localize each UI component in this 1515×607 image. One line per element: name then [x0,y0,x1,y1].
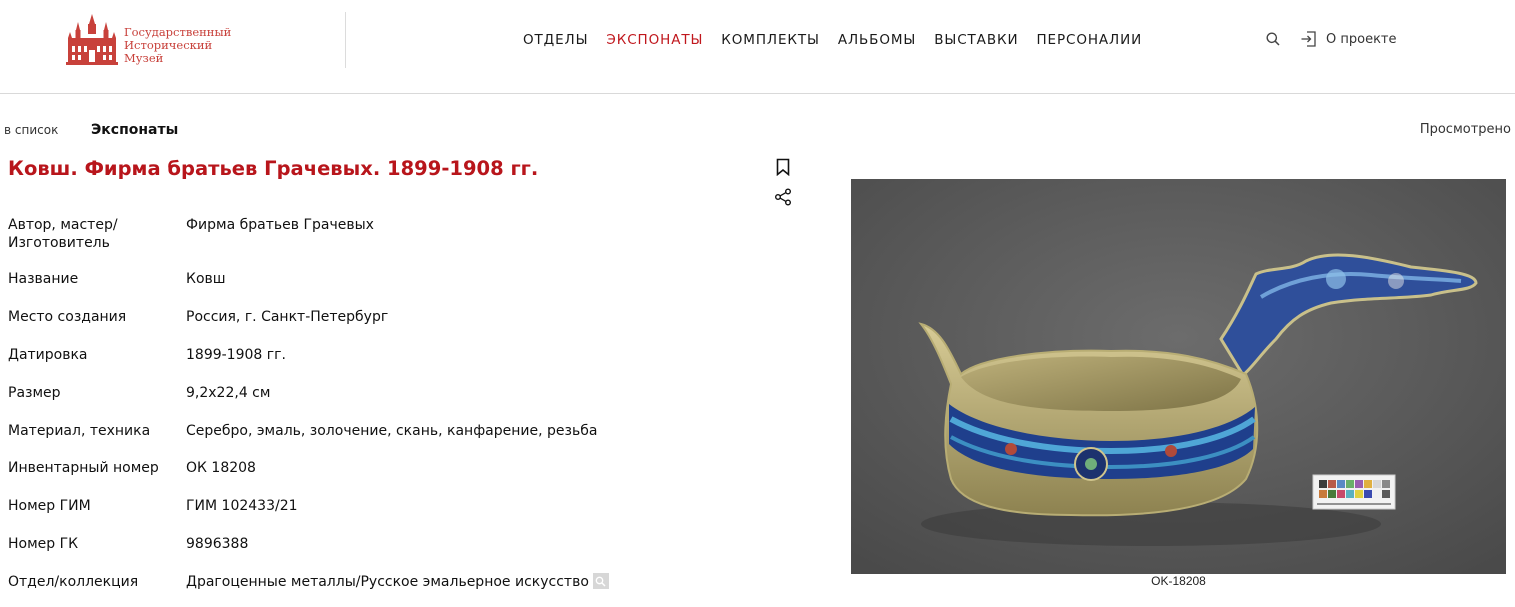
attr-row-name: Название Ковш [8,270,728,308]
section-title: Экспонаты [91,122,179,138]
attr-value: Ковш [186,271,226,287]
attr-row-date: Датировка 1899-1908 гг. [8,346,728,384]
attr-label: Отдел/коллекция [8,574,139,590]
header-divider [345,12,346,68]
nav-item-exhibits[interactable]: ЭКСПОНАТЫ [597,32,712,48]
attr-label: Материал, техника [8,423,151,439]
back-to-list-link[interactable]: в список [4,123,58,137]
item-title: Ковш. Фирма братьев Грачевых. 1899-1908 … [8,157,539,180]
ladle-image [851,179,1506,574]
search-icon[interactable] [1262,28,1284,50]
attr-row-gk-number: Номер ГК 9896388 [8,535,728,573]
attr-row-collection: Отдел/коллекция Драгоценные металлы/Русс… [8,573,728,595]
attr-label: Номер ГИМ [8,498,91,514]
attr-label: Инвентарный номер [8,460,159,476]
logo-wordmark: Государственный Исторический Музей [124,26,231,65]
attr-row-place: Место создания Россия, г. Санкт-Петербур… [8,308,728,346]
bookmark-icon[interactable] [772,156,794,178]
attr-value: Серебро, эмаль, золочение, скань, канфар… [186,423,598,439]
attr-value: Россия, г. Санкт-Петербург [186,309,389,325]
attr-value: 9,2х22,4 см [186,385,271,401]
photo-caption: OK-18208 [1151,574,1206,588]
attr-label: Номер ГК [8,536,79,552]
attr-value: 9896388 [186,536,249,552]
site-header: Государственный Исторический Музей ОТДЕЛ… [0,0,1515,94]
attr-label: Автор, мастер/ Изготовитель [8,217,118,251]
collection-link[interactable]: Драгоценные металлы/Русское эмальерное и… [186,573,589,591]
item-actions [772,156,794,216]
attr-value-collection: Драгоценные металлы/Русское эмальерное и… [186,573,609,595]
attr-label: Датировка [8,347,88,363]
attr-label: Размер [8,385,61,401]
attr-row-gim-number: Номер ГИМ ГИМ 102433/21 [8,497,728,535]
main-nav: ОТДЕЛЫ ЭКСПОНАТЫ КОМПЛЕКТЫ АЛЬБОМЫ ВЫСТА… [514,32,1151,48]
nav-item-sets[interactable]: КОМПЛЕКТЫ [712,32,829,48]
about-project-label: О проекте [1326,31,1397,47]
museum-building-icon [66,14,118,65]
attr-label: Место создания [8,309,127,325]
attr-label: Название [8,271,79,287]
attr-row-size: Размер 9,2х22,4 см [8,384,728,422]
magnifier-icon[interactable] [592,573,609,589]
attr-row-author: Автор, мастер/ Изготовитель Фирма братье… [8,216,728,270]
nav-item-albums[interactable]: АЛЬБОМЫ [829,32,925,48]
header-tools: О проекте [1262,28,1397,50]
item-photo[interactable] [851,179,1506,574]
item-attributes: Автор, мастер/ Изготовитель Фирма братье… [8,216,728,595]
attr-value: Фирма братьев Грачевых [186,217,374,233]
nav-item-exhibitions[interactable]: ВЫСТАВКИ [925,32,1027,48]
museum-logo[interactable]: Государственный Исторический Музей [66,12,241,68]
nav-item-persons[interactable]: ПЕРСОНАЛИИ [1027,32,1151,48]
logo-line-3: Музей [124,51,164,65]
attr-value: ОК 18208 [186,460,256,476]
recently-viewed-link[interactable]: Просмотрено [1420,122,1511,137]
attr-row-inventory: Инвентарный номер ОК 18208 [8,459,728,497]
nav-item-departments[interactable]: ОТДЕЛЫ [514,32,597,48]
share-icon[interactable] [772,186,794,208]
login-icon [1298,28,1320,50]
about-project-link[interactable]: О проекте [1298,28,1397,50]
attr-value: 1899-1908 гг. [186,347,286,363]
attr-row-material: Материал, техника Серебро, эмаль, золоче… [8,422,728,459]
attr-value: ГИМ 102433/21 [186,498,298,514]
